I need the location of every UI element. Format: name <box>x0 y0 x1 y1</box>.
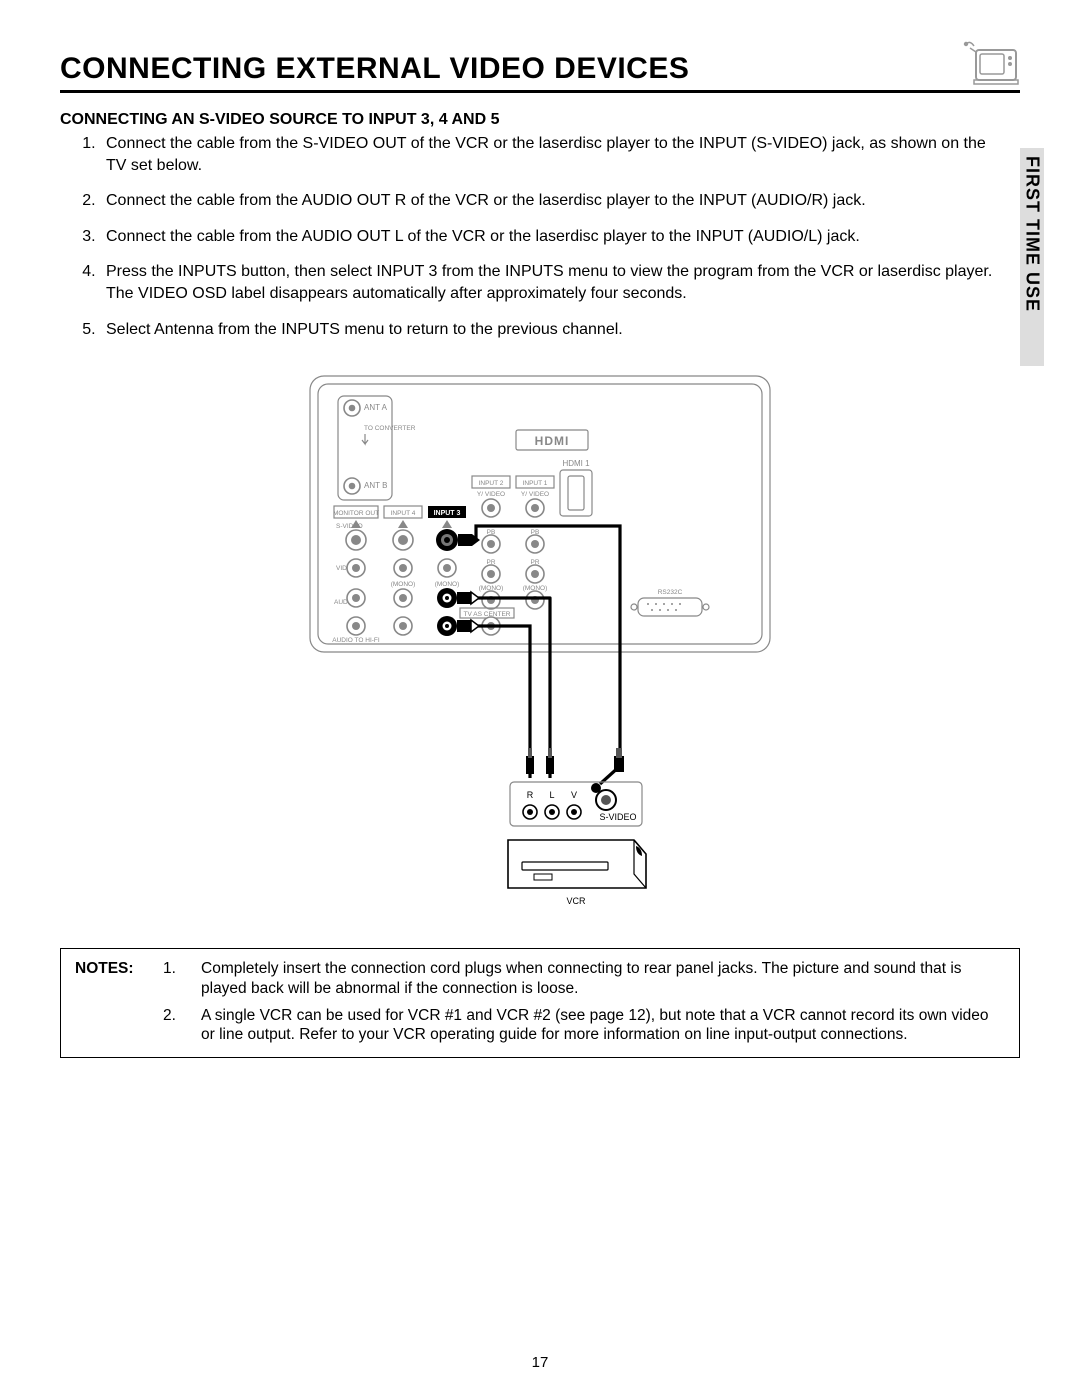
label-tohifi: AUDIO TO HI-FI <box>332 637 380 644</box>
cable-plug-r <box>526 748 534 774</box>
label-monitor-out: MONITOR OUT <box>333 510 379 517</box>
step-2: Connect the cable from the AUDIO OUT R o… <box>100 190 994 212</box>
note-num-2: 2. <box>163 1006 185 1045</box>
label-mono-3: (MONO) <box>435 581 460 588</box>
label-vcr-caption: VCR <box>566 896 586 906</box>
label-to-converter: TO CONVERTER <box>364 425 416 432</box>
label-rs232c: RS232C <box>658 589 683 596</box>
note-2: A single VCR can be used for VCR #1 and … <box>201 1006 1005 1045</box>
label-input3: INPUT 3 <box>434 510 461 517</box>
label-yvideo-2: Y/ VIDEO <box>477 491 505 498</box>
vcr-icon <box>508 840 646 888</box>
label-ant-b: ANT B <box>364 481 387 490</box>
cable-plug-sv <box>614 748 624 772</box>
note-num-1: 1. <box>163 959 185 998</box>
page-title: CONNECTING EXTERNAL VIDEO DEVICES <box>60 52 689 86</box>
notes-box: NOTES: 1. Completely insert the connecti… <box>60 948 1020 1058</box>
label-vcr-v: V <box>571 790 577 800</box>
step-3: Connect the cable from the AUDIO OUT L o… <box>100 226 994 248</box>
connection-diagram: ANT A TO CONVERTER ANT B HDMI HDMI 1 MON… <box>300 368 780 928</box>
subheading: CONNECTING AN S-VIDEO SOURCE TO INPUT 3,… <box>60 111 994 129</box>
notes-label-spacer <box>75 1006 147 1045</box>
label-vcr-l: L <box>549 790 554 800</box>
title-underline <box>60 90 1020 93</box>
label-vcr-svideo: S-VIDEO <box>599 812 636 822</box>
label-hdmi-logo: HDMI <box>535 434 570 448</box>
side-tab: FIRST TIME USE <box>1020 148 1044 366</box>
label-mono-4: (MONO) <box>391 581 416 588</box>
step-4: Press the INPUTS button, then select INP… <box>100 261 994 304</box>
side-tab-label: FIRST TIME USE <box>1022 156 1043 312</box>
cable-plug-l <box>546 748 554 774</box>
label-yvideo-1: Y/ VIDEO <box>521 491 549 498</box>
label-tvcenter: TV AS CENTER <box>464 611 511 618</box>
label-ant-a: ANT A <box>364 403 388 412</box>
label-vcr-r: R <box>527 790 534 800</box>
content: CONNECTING AN S-VIDEO SOURCE TO INPUT 3,… <box>60 111 1020 340</box>
step-5: Select Antenna from the INPUTS menu to r… <box>100 319 994 341</box>
svg-text:TO CONVERTER: TO CONVERTER <box>364 425 416 432</box>
label-hdmi1: HDMI 1 <box>562 459 590 468</box>
page-number: 17 <box>0 1354 1080 1371</box>
label-input2: INPUT 2 <box>479 480 504 487</box>
note-1: Completely insert the connection cord pl… <box>201 959 1005 998</box>
tv-icon <box>960 36 1020 90</box>
notes-label: NOTES: <box>75 959 147 998</box>
steps-list: Connect the cable from the S-VIDEO OUT o… <box>60 133 994 340</box>
label-input4: INPUT 4 <box>391 510 416 517</box>
step-1: Connect the cable from the S-VIDEO OUT o… <box>100 133 994 176</box>
label-input1: INPUT 1 <box>523 480 548 487</box>
